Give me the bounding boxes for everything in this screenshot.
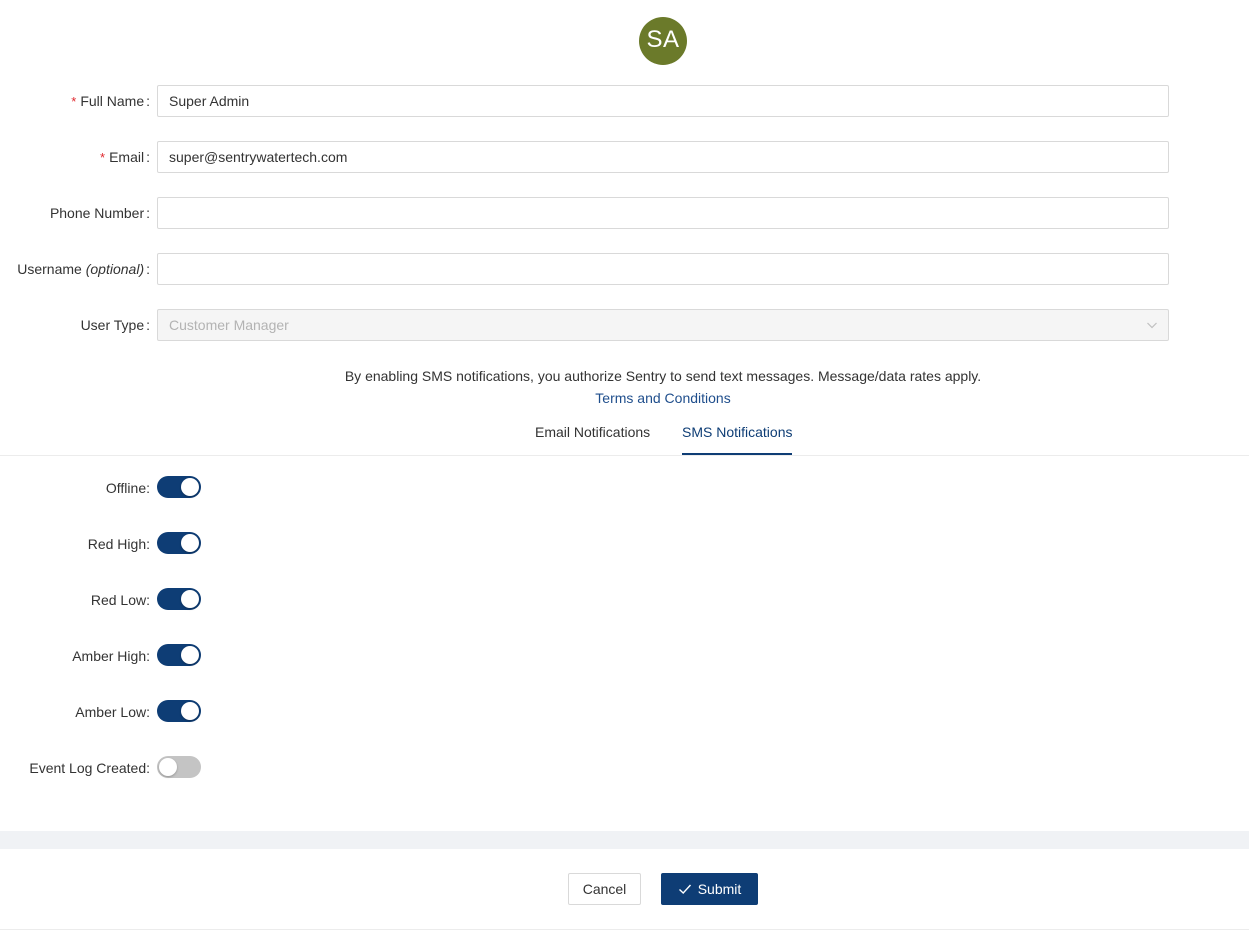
red-low-toggle[interactable] [157, 588, 201, 610]
tab-sms-notifications[interactable]: SMS Notifications [682, 418, 793, 455]
user-type-value: Customer Manager [169, 317, 289, 333]
toggle-label: Amber High: [72, 648, 150, 664]
user-type-select[interactable]: Customer Manager [157, 309, 1169, 341]
toggle-knob [181, 478, 199, 496]
offline-toggle[interactable] [157, 476, 201, 498]
amber-low-toggle[interactable] [157, 700, 201, 722]
toggle-row-amber-low: Amber Low: [0, 700, 1249, 724]
toggle-knob [181, 590, 199, 608]
cancel-button[interactable]: Cancel [568, 873, 641, 905]
user-type-label: User Type: [80, 317, 150, 333]
toggle-label: Red High: [87, 536, 150, 552]
username-input[interactable] [157, 253, 1169, 285]
toggle-row-event-log-created: Event Log Created: [0, 756, 1249, 780]
toggle-knob [159, 758, 177, 776]
check-icon [678, 884, 691, 894]
username-row: Username (optional): [0, 253, 1249, 285]
toggle-label: Amber Low: [75, 704, 150, 720]
full-name-input[interactable] [157, 85, 1169, 117]
toggle-knob [181, 646, 199, 664]
toggle-knob [181, 534, 199, 552]
event-log-created-toggle[interactable] [157, 756, 201, 778]
sms-disclaimer: By enabling SMS notifications, you autho… [344, 368, 982, 384]
submit-button[interactable]: Submit [661, 873, 758, 905]
required-mark: * [71, 94, 77, 109]
phone-row: Phone Number: [0, 197, 1249, 229]
footer-divider-band [0, 831, 1249, 849]
amber-high-toggle[interactable] [157, 644, 201, 666]
chevron-down-icon [1147, 322, 1157, 329]
toggle-row-offline: Offline: [0, 476, 1249, 500]
toggle-row-red-low: Red Low: [0, 588, 1249, 612]
full-name-label: * Full Name: [71, 93, 150, 109]
email-row: * Email: [0, 141, 1249, 173]
full-name-row: * Full Name: [0, 85, 1249, 117]
tab-email-notifications[interactable]: Email Notifications [535, 418, 650, 454]
avatar: SA [639, 17, 687, 65]
phone-input[interactable] [157, 197, 1169, 229]
user-type-row: User Type: Customer Manager [0, 309, 1249, 341]
user-edit-page: SA *Full Name: *Email: Phone Number: Use… [0, 0, 1249, 930]
email-label: * Email: [100, 149, 150, 165]
notification-tabs: Email Notifications SMS Notifications [0, 418, 1249, 456]
toggle-label: Red Low: [90, 592, 150, 608]
toggle-label: Event Log Created: [29, 760, 150, 776]
toggle-row-red-high: Red High: [0, 532, 1249, 556]
toggle-label: Offline: [105, 480, 150, 496]
phone-label: Phone Number: [49, 205, 150, 221]
red-high-toggle[interactable] [157, 532, 201, 554]
terms-link[interactable]: Terms and Conditions [0, 388, 1249, 409]
email-input[interactable] [157, 141, 1169, 173]
username-label: Username (optional): [17, 261, 150, 277]
required-mark: * [100, 150, 106, 165]
toggle-row-amber-high: Amber High: [0, 644, 1249, 668]
toggle-knob [181, 702, 199, 720]
submit-label: Submit [697, 881, 742, 897]
